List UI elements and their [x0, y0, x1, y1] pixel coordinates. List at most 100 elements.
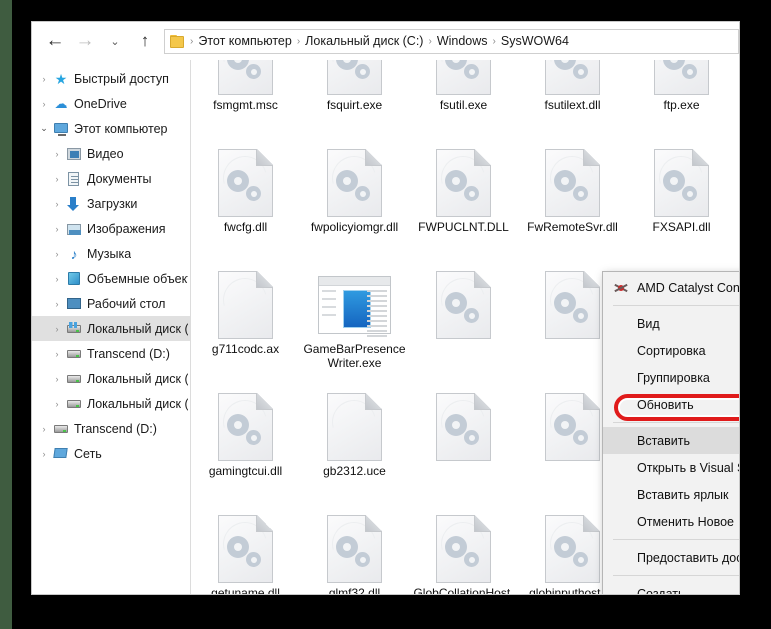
- file-item[interactable]: glmf32.dll: [300, 506, 409, 595]
- menu-item-12[interactable]: Предоставить доступ к›: [603, 544, 739, 571]
- app-window-icon: [318, 268, 391, 342]
- chevron-right-icon[interactable]: ›: [36, 99, 52, 109]
- context-menu: AMD Catalyst Control Center Вид›Сортировк…: [602, 271, 739, 595]
- file-item[interactable]: gb2312.uce: [300, 384, 409, 506]
- chevron-right-icon[interactable]: ›: [49, 174, 65, 184]
- menu-item-10[interactable]: Отменить НовоеCTRL+Z: [603, 508, 739, 535]
- breadcrumb-item-3[interactable]: SysWOW64: [498, 34, 572, 48]
- menu-item-14[interactable]: Создать›: [603, 580, 739, 595]
- menu-item-9[interactable]: Вставить ярлык: [603, 481, 739, 508]
- chevron-right-icon[interactable]: ›: [49, 149, 65, 159]
- navigation-pane: › ★ Быстрый доступ › ☁ OneDrive ⌄ Этот компьюте…: [32, 60, 191, 594]
- sidebar-item-11[interactable]: › Transcend (D:): [32, 341, 190, 366]
- back-icon[interactable]: ←: [40, 26, 70, 56]
- breadcrumb-item-2[interactable]: Windows: [434, 34, 491, 48]
- file-item[interactable]: FWPUCLNT.DLL: [409, 140, 518, 262]
- chevron-right-icon[interactable]: ›: [36, 74, 52, 84]
- file-gears-icon: [323, 60, 385, 98]
- up-icon[interactable]: ↑: [130, 26, 160, 56]
- file-name-label: g711codc.ax: [211, 342, 280, 356]
- chevron-right-icon[interactable]: ›: [49, 199, 65, 209]
- file-item[interactable]: GameBarPresenceWriter.exe: [300, 262, 409, 384]
- file-explorer-window: ← → ⌄ ↑ › Этот компьютер › Локальный дис…: [31, 21, 740, 595]
- sidebar-item-15[interactable]: › Сеть: [32, 441, 190, 466]
- sidebar-item-5[interactable]: › Загрузки: [32, 191, 190, 216]
- chevron-right-icon[interactable]: ›: [49, 224, 65, 234]
- file-name-label: fwpolicyiomgr.dll: [310, 220, 399, 234]
- sidebar-item-2[interactable]: ⌄ Этот компьютер: [32, 116, 190, 141]
- chevron-down-icon[interactable]: ⌄: [100, 26, 130, 56]
- file-item[interactable]: fsutil.exe: [409, 60, 518, 140]
- file-gears-icon: [432, 390, 494, 464]
- sidebar-item-10[interactable]: › Локальный диск (C:): [32, 316, 190, 341]
- sidebar-item-7[interactable]: › ♪ Музыка: [32, 241, 190, 266]
- chevron-right-icon[interactable]: ›: [49, 249, 65, 259]
- file-item[interactable]: FwRemoteSvr.dll: [518, 140, 627, 262]
- file-name-label: FXSAPI.dll: [652, 220, 711, 234]
- file-item[interactable]: ftp.exe: [627, 60, 736, 140]
- menu-item-4[interactable]: Группировка›: [603, 364, 739, 391]
- chevron-right-icon[interactable]: ›: [49, 324, 65, 334]
- menu-item-3[interactable]: Сортировка›: [603, 337, 739, 364]
- file-item[interactable]: gamingtcui.dll: [191, 384, 300, 506]
- file-gears-icon: [214, 146, 276, 220]
- drive-icon: [65, 371, 83, 387]
- file-item[interactable]: [409, 262, 518, 384]
- file-item[interactable]: g711codc.ax: [191, 262, 300, 384]
- file-gears-icon: [432, 512, 494, 586]
- sidebar-item-4[interactable]: › Документы: [32, 166, 190, 191]
- menu-item-8[interactable]: Открыть в Visual Studio: [603, 454, 739, 481]
- chevron-down-icon[interactable]: ⌄: [36, 123, 52, 134]
- video-icon: [65, 146, 83, 162]
- forward-icon[interactable]: →: [70, 26, 100, 56]
- menu-item-7[interactable]: Вставить: [603, 427, 739, 454]
- chevron-right-icon[interactable]: ›: [49, 374, 65, 384]
- file-item[interactable]: fwpolicyiomgr.dll: [300, 140, 409, 262]
- chevron-right-icon[interactable]: ›: [49, 349, 65, 359]
- file-item[interactable]: fwcfg.dll: [191, 140, 300, 262]
- chevron-right-icon[interactable]: ›: [36, 449, 52, 459]
- chevron-right-icon[interactable]: ›: [49, 399, 65, 409]
- chevron-right-icon[interactable]: ›: [49, 274, 65, 284]
- address-bar[interactable]: › Этот компьютер › Локальный диск (C:) ›…: [164, 28, 739, 54]
- menu-item-label: Группировка: [637, 370, 710, 385]
- menu-item-label: Вставить: [637, 433, 690, 448]
- drive-icon: [65, 346, 83, 362]
- sidebar-item-12[interactable]: › Локальный диск (E:): [32, 366, 190, 391]
- file-item[interactable]: fsutilext.dll: [518, 60, 627, 140]
- file-item[interactable]: fsmgmt.msc: [191, 60, 300, 140]
- chevron-right-icon[interactable]: ›: [36, 424, 52, 434]
- file-item[interactable]: fsquirt.exe: [300, 60, 409, 140]
- file-name-label: fsutil.exe: [439, 98, 488, 112]
- sidebar-item-9[interactable]: › Рабочий стол: [32, 291, 190, 316]
- breadcrumb-item-1[interactable]: Локальный диск (C:): [302, 34, 426, 48]
- menu-item-0[interactable]: AMD Catalyst Control Center: [603, 274, 739, 301]
- breadcrumb-separator: ›: [492, 35, 496, 47]
- sidebar-item-label: Быстрый доступ: [74, 71, 169, 86]
- file-item[interactable]: getuname.dll: [191, 506, 300, 594]
- file-item[interactable]: FXSAPI.dll: [627, 140, 736, 262]
- sidebar-item-label: Transcend (D:): [87, 346, 170, 361]
- amd-icon: [613, 280, 629, 296]
- file-name-label: FWPUCLNT.DLL: [418, 220, 509, 234]
- file-name-label: glmf32.dll: [328, 586, 381, 595]
- breadcrumb-item-0[interactable]: Этот компьютер: [195, 34, 294, 48]
- sidebar-item-13[interactable]: › Локальный диск (F:): [32, 391, 190, 416]
- sidebar-item-0[interactable]: › ★ Быстрый доступ: [32, 66, 190, 91]
- menu-item-2[interactable]: Вид›: [603, 310, 739, 337]
- menu-separator: [613, 422, 739, 423]
- file-item[interactable]: [409, 384, 518, 506]
- network-icon: [52, 446, 70, 462]
- menu-separator: [613, 305, 739, 306]
- sidebar-item-3[interactable]: › Видео: [32, 141, 190, 166]
- sidebar-item-14[interactable]: › Transcend (D:): [32, 416, 190, 441]
- sidebar-item-1[interactable]: › ☁ OneDrive: [32, 91, 190, 116]
- file-item[interactable]: GlobCollationHost.dll: [409, 506, 518, 594]
- sidebar-item-8[interactable]: › Объемные объекты: [32, 266, 190, 291]
- file-gears-icon: [650, 146, 712, 220]
- sidebar-item-label: Этот компьютер: [74, 121, 168, 136]
- sidebar-item-6[interactable]: › Изображения: [32, 216, 190, 241]
- desktop-icon: [65, 296, 83, 312]
- file-list-pane[interactable]: fsmgmt.msc fsquirt.exe fsutil.exe fsutilext…: [191, 60, 739, 595]
- chevron-right-icon[interactable]: ›: [49, 299, 65, 309]
